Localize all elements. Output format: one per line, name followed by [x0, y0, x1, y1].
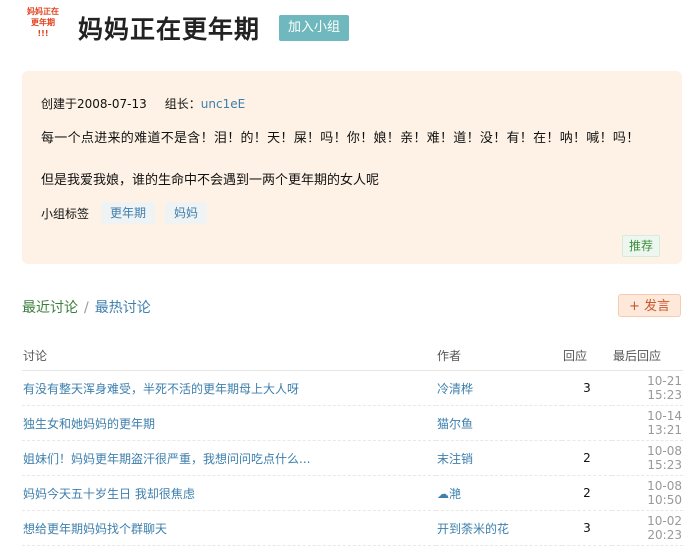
post-button[interactable]: + 发言 — [618, 294, 681, 317]
tab-hot-discussions[interactable]: 最热讨论 — [95, 300, 151, 316]
reply-count: 3 — [562, 510, 612, 546]
last-reply-time: 10-08 10:50 — [612, 475, 683, 511]
author-link[interactable]: ☁滟 — [437, 487, 461, 501]
topic-cell: 独生女和她妈妈的更年期 — [22, 405, 436, 441]
column-header-last-reply: 最后回应 — [612, 340, 683, 371]
reply-count — [562, 405, 612, 441]
last-reply-time: 10-21 15:23 — [612, 370, 683, 406]
group-description-line-1: 每一个点进来的难道不是含！泪！的！天！屎！吗！你！娘！亲！难！道！没！有！在！呐… — [41, 131, 640, 146]
tab-separator: / — [84, 300, 89, 316]
topic-cell: 妈妈今天五十岁生日 我却很焦虑 — [22, 475, 436, 511]
tab-recent-discussions[interactable]: 最近讨论 — [22, 300, 78, 316]
tags-label: 小组标签 — [41, 206, 90, 221]
group-title: 妈妈正在更年期 — [78, 15, 261, 44]
discussion-table: 讨论 作者 回应 最后回应 有没有整天浑身难受，半死不活的更年期母上大人呀 冷清… — [22, 340, 683, 546]
table-row: 想给更年期妈妈找个群聊天 开到荼米的花 3 10-02 20:23 — [22, 510, 683, 546]
last-reply-time: 10-08 15:23 — [612, 440, 683, 476]
topic-link[interactable]: 姐妹们！妈妈更年期盗汗很严重，我想问问吃点什么... — [23, 452, 310, 466]
group-meta: 创建于2008-07-13 组长：unc1eE — [41, 95, 245, 112]
table-row: 有没有整天浑身难受，半死不活的更年期母上大人呀 冷清桦 3 10-21 15:2… — [22, 370, 683, 406]
last-reply-time: 10-14 13:21 — [612, 405, 683, 441]
logo-line-3: !!! — [37, 29, 49, 38]
topic-cell: 有没有整天浑身难受，半死不活的更年期母上大人呀 — [22, 370, 436, 406]
reply-count: 2 — [562, 475, 612, 511]
tag-item[interactable]: 妈妈 — [165, 202, 208, 224]
topic-cell: 姐妹们！妈妈更年期盗汗很严重，我想问问吃点什么... — [22, 440, 436, 476]
last-reply-time: 10-02 20:23 — [612, 510, 683, 546]
group-description-line-2: 但是我爱我娘，谁的生命中不会遇到一两个更年期的女人呢 — [41, 173, 380, 188]
plus-icon: + — [629, 299, 640, 314]
author-cell: 开到荼米的花 — [436, 510, 562, 546]
table-row: 妈妈今天五十岁生日 我却很焦虑 ☁滟 2 10-08 10:50 — [22, 475, 683, 511]
author-cell: 猫尔鱼 — [436, 405, 562, 441]
owner-link[interactable]: unc1eE — [201, 97, 245, 111]
author-link[interactable]: 冷清桦 — [437, 382, 473, 396]
topic-link[interactable]: 妈妈今天五十岁生日 我却很焦虑 — [23, 487, 195, 501]
join-group-button[interactable]: 加入小组 — [279, 15, 349, 41]
table-header-row: 讨论 作者 回应 最后回应 — [22, 340, 683, 371]
topic-link[interactable]: 有没有整天浑身难受，半死不活的更年期母上大人呀 — [23, 382, 299, 396]
author-cell: 末注销 — [436, 440, 562, 476]
table-row: 姐妹们！妈妈更年期盗汗很严重，我想问问吃点什么... 末注销 2 10-08 1… — [22, 440, 683, 476]
reply-count: 3 — [562, 370, 612, 406]
group-tags: 小组标签 更年期 妈妈 — [41, 202, 208, 224]
author-cell: ☁滟 — [436, 475, 562, 511]
column-header-replies: 回应 — [562, 340, 612, 371]
discussion-tabs: 最近讨论 / 最热讨论 — [22, 297, 151, 317]
logo-line-2: 更年期 — [31, 18, 55, 27]
author-link[interactable]: 开到荼米的花 — [437, 522, 509, 536]
topic-link[interactable]: 想给更年期妈妈找个群聊天 — [23, 522, 167, 536]
owner-label: 组长： — [164, 97, 201, 111]
group-info-panel: 创建于2008-07-13 组长：unc1eE 每一个点进来的难道不是含！泪！的！… — [22, 71, 682, 264]
topic-cell: 想给更年期妈妈找个群聊天 — [22, 510, 436, 546]
tag-item[interactable]: 更年期 — [101, 202, 156, 224]
created-date: 创建于2008-07-13 — [41, 97, 147, 111]
table-row: 独生女和她妈妈的更年期 猫尔鱼 10-14 13:21 — [22, 405, 683, 441]
column-header-title: 讨论 — [22, 340, 436, 371]
group-logo: 妈妈正在 更年期 !!! — [22, 6, 64, 44]
author-cell: 冷清桦 — [436, 370, 562, 406]
topic-link[interactable]: 独生女和她妈妈的更年期 — [23, 417, 155, 431]
author-link[interactable]: 末注销 — [437, 452, 473, 466]
post-button-label: 发言 — [643, 299, 670, 314]
author-link[interactable]: 猫尔鱼 — [437, 417, 473, 431]
logo-line-1: 妈妈正在 — [27, 7, 59, 16]
recommend-button[interactable]: 推荐 — [621, 235, 660, 257]
column-header-author: 作者 — [436, 340, 562, 371]
reply-count: 2 — [562, 440, 612, 476]
